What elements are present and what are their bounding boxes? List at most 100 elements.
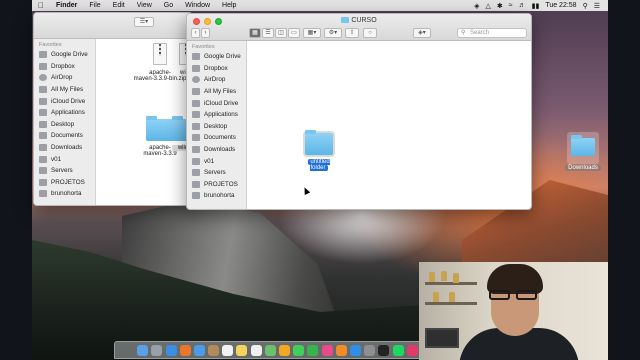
window-title-text: CURSO <box>351 17 377 24</box>
sort-button[interactable]: ☰▾ <box>134 17 154 27</box>
sidebar-item-desktop[interactable]: Desktop <box>187 121 246 133</box>
back-button[interactable]: ‹ <box>191 28 200 38</box>
menu-view[interactable]: View <box>131 2 158 9</box>
finder-window-curso[interactable]: CURSO ‹ › ▦ ☰ ◫ ▭ ▦▾ ⚙▾ ⇧ ○ ◈▾ ⚲ Search … <box>186 13 532 210</box>
folder-icon <box>146 116 174 141</box>
dock-firefox-icon[interactable] <box>179 344 191 356</box>
share-button[interactable]: ⇧ <box>345 28 359 38</box>
sidebar-item-label: AirDrop <box>204 76 226 84</box>
dock-ibooks-icon[interactable] <box>335 344 347 356</box>
sidebar-item-label: AirDrop <box>51 74 73 82</box>
dock-spotify-icon[interactable] <box>392 344 404 356</box>
dock-calendar-icon[interactable] <box>222 344 234 356</box>
dock-contacts-icon[interactable] <box>208 344 220 356</box>
sidebar-item-airdrop[interactable]: AirDrop <box>34 72 95 84</box>
sidebar-item-downloads[interactable]: Downloads <box>34 142 95 154</box>
forward-button[interactable]: › <box>201 28 210 38</box>
sidebar-item-label: PROJETOS <box>204 180 238 188</box>
folder-icon <box>39 178 47 186</box>
wifi-icon[interactable]: ≈ <box>509 2 513 9</box>
sidebar-item-dropbox[interactable]: Dropbox <box>34 61 95 73</box>
dock-notes-icon[interactable] <box>236 344 248 356</box>
sidebar-item-airdrop[interactable]: AirDrop <box>187 74 246 86</box>
dock-intellij-icon[interactable] <box>406 344 418 356</box>
menu-help[interactable]: Help <box>216 2 242 9</box>
search-field[interactable]: ⚲ Search <box>457 28 527 38</box>
dropbox-status-icon[interactable]: ◈ <box>474 2 479 10</box>
folder-name-label[interactable]: untitled folder <box>308 159 330 171</box>
sidebar-item-google-drive[interactable]: Google Drive <box>187 51 246 63</box>
sidebar-item-icloud-drive[interactable]: iCloud Drive <box>187 97 246 109</box>
desktop-icon <box>39 120 47 128</box>
dropbox-menu-button[interactable]: ◈▾ <box>413 28 431 38</box>
tags-button[interactable]: ○ <box>363 28 377 38</box>
dock-terminal-icon[interactable] <box>378 344 390 356</box>
sidebar-item-brunohorta[interactable]: brunohorta <box>187 190 246 202</box>
sidebar-item-all-my-files[interactable]: All My Files <box>187 86 246 98</box>
sidebar-item-all-my-files[interactable]: All My Files <box>34 84 95 96</box>
sidebar-item-label: v01 <box>51 155 62 163</box>
menu-file[interactable]: File <box>83 2 106 9</box>
dock-facetime-icon[interactable] <box>307 344 319 356</box>
sidebar-item-projetos[interactable]: PROJETOS <box>34 177 95 189</box>
sidebar-item-documents[interactable]: Documents <box>34 130 95 142</box>
sidebar-item-icloud-drive[interactable]: iCloud Drive <box>34 95 95 107</box>
sidebar-item-label: Servers <box>204 169 226 177</box>
desktop-downloads-folder[interactable]: Downloads <box>565 132 601 171</box>
sidebar-item-v01[interactable]: v01 <box>187 155 246 167</box>
trophy <box>449 292 455 302</box>
sidebar-item-documents[interactable]: Documents <box>187 132 246 144</box>
menu-edit[interactable]: Edit <box>107 2 131 9</box>
apple-menu-icon[interactable]:  <box>32 1 50 10</box>
dock-system-preferences-icon[interactable] <box>364 344 376 356</box>
sidebar-item-applications[interactable]: Applications <box>34 107 95 119</box>
volume-icon[interactable]: ♬ <box>519 2 526 9</box>
sidebar-item-desktop[interactable]: Desktop <box>34 119 95 131</box>
list-view-button[interactable]: ☰ <box>262 28 274 38</box>
notification-center-icon[interactable]: ☰ <box>594 2 600 10</box>
icon-view-button[interactable]: ▦ <box>249 28 261 38</box>
sidebar-item-dropbox[interactable]: Dropbox <box>187 63 246 75</box>
dock-app-store-icon[interactable] <box>349 344 361 356</box>
menu-bar:  Finder File Edit View Go Window Help ◈… <box>32 0 608 11</box>
dock-itunes-icon[interactable] <box>321 344 333 356</box>
dock-reminders-icon[interactable] <box>250 344 262 356</box>
spotlight-icon[interactable]: ⚲ <box>583 2 588 10</box>
menu-window[interactable]: Window <box>179 2 216 9</box>
dock-mail-icon[interactable] <box>193 344 205 356</box>
finder-window-back[interactable]: ☰▾ Favorites Google Drive Dropbox AirDrop A… <box>33 12 193 206</box>
sidebar-item-label: iCloud Drive <box>204 99 239 107</box>
folder-icon <box>571 135 595 156</box>
sidebar-item-downloads[interactable]: Downloads <box>187 144 246 156</box>
battery-icon[interactable]: ▮▮ <box>532 2 540 10</box>
folder-icon <box>39 167 47 175</box>
dock-maps-icon[interactable] <box>264 344 276 356</box>
sidebar-item-google-drive[interactable]: Google Drive <box>34 49 95 61</box>
dock-safari-icon[interactable] <box>165 344 177 356</box>
sidebar-item-servers[interactable]: Servers <box>34 165 95 177</box>
sidebar-item-applications[interactable]: Applications <box>187 109 246 121</box>
bluetooth-icon[interactable]: ✱ <box>497 2 503 10</box>
sidebar-item-label: brunohorta <box>204 192 235 200</box>
column-view-button[interactable]: ◫ <box>275 28 287 38</box>
menu-clock[interactable]: Tue 22:58 <box>545 2 576 9</box>
sidebar-item-brunohorta[interactable]: brunohorta <box>34 188 95 200</box>
sidebar-item-servers[interactable]: Servers <box>187 167 246 179</box>
sidebar-item-label: All My Files <box>204 88 237 96</box>
airdrop-icon <box>39 74 47 82</box>
cover-flow-button[interactable]: ▭ <box>288 28 300 38</box>
drive-status-icon[interactable]: △ <box>485 2 490 10</box>
window-toolbar: CURSO ‹ › ▦ ☰ ◫ ▭ ▦▾ ⚙▾ ⇧ ○ ◈▾ ⚲ Search <box>187 14 531 41</box>
menu-finder[interactable]: Finder <box>50 2 83 9</box>
action-gear-button[interactable]: ⚙▾ <box>324 28 342 38</box>
sidebar-item-v01[interactable]: v01 <box>34 153 95 165</box>
folder-icon <box>341 17 350 23</box>
dock-photos-icon[interactable] <box>279 344 291 356</box>
sidebar-item-projetos[interactable]: PROJETOS <box>187 179 246 191</box>
arrange-button[interactable]: ▦▾ <box>303 28 321 38</box>
folder-item-untitled[interactable]: untitled folder <box>299 130 339 171</box>
dock-finder-icon[interactable] <box>137 344 149 356</box>
menu-go[interactable]: Go <box>158 2 179 9</box>
dock-launchpad-icon[interactable] <box>151 344 163 356</box>
dock-messages-icon[interactable] <box>293 344 305 356</box>
